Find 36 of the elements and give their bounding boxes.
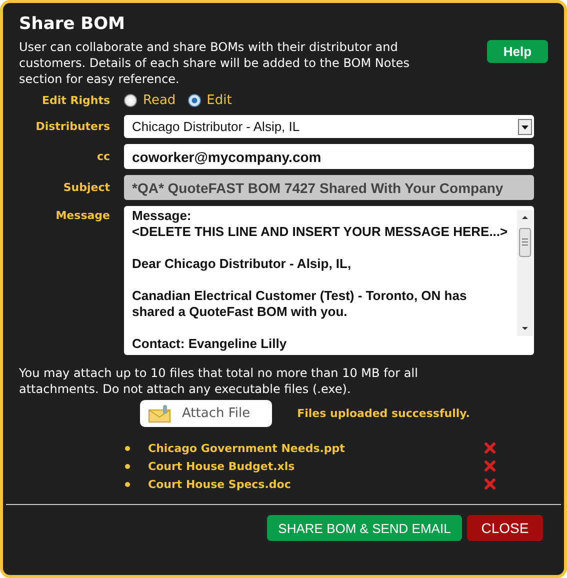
field-label: Distributers: [34, 120, 110, 133]
field-label: Edit Rights: [41, 94, 110, 106]
delete-icon[interactable]: [483, 441, 497, 455]
field-label: cc: [96, 150, 110, 163]
attach-file-button[interactable]: Attach File: [140, 400, 272, 427]
delete-icon[interactable]: [483, 477, 497, 491]
close-button[interactable]: CLOSE: [467, 515, 543, 541]
radio-label: Edit: [206, 92, 232, 108]
message-text: <DELETE THIS LINE AND INSERT YOUR MESSAGE HERE...>: [132, 224, 508, 240]
radio-button[interactable]: [124, 94, 137, 106]
message-text: Canadian Electrical Customer (Test) - Toronto, ON has shared a QuoteFast BOM with you.: [132, 288, 468, 320]
envelope-icon: [148, 404, 172, 422]
file-name: Chicago Government Needs.ppt: [148, 442, 346, 454]
attachment-note: You may attach up to 10 files that total no more than 10 MB for all attachments. Do not attach any executable files (.exe).: [19, 365, 419, 397]
message-field[interactable]: [124, 206, 534, 355]
input-field: *QA* QuoteFAST BOM 7427 Shared With Your Company: [124, 175, 534, 200]
share-button[interactable]: SHARE BOM & SEND EMAIL: [267, 515, 462, 541]
delete-icon[interactable]: [483, 459, 497, 473]
input-field[interactable]: coworker@mycompany.com: [124, 144, 534, 169]
message-text: Message:: [132, 208, 192, 224]
radio-label: Read: [143, 92, 176, 108]
field-label: Subject: [62, 181, 110, 194]
dialog-title: Share BOM: [19, 13, 126, 36]
description-text: User can collaborate and share BOMs with their distributor and customers. Details of each share will be added to the BOM Notes section for easy reference.: [19, 39, 411, 87]
field-label: Message: [54, 209, 110, 222]
help-button[interactable]: Help: [487, 40, 548, 63]
radio-button[interactable]: [188, 94, 201, 106]
file-name: Court House Budget.xls: [148, 460, 296, 472]
bullet-icon: [125, 446, 130, 450]
message-text: Dear Chicago Distributor - Alsip, IL,: [132, 256, 352, 272]
bullet-icon: [125, 464, 130, 468]
bullet-icon: [125, 482, 130, 486]
message-text: Contact: Evangeline Lilly: [132, 336, 288, 352]
file-name: Court House Specs.doc: [148, 478, 292, 490]
upload-status: Files uploaded successfully.: [297, 407, 470, 420]
dropdown-field[interactable]: Chicago Distributor - Alsip, IL: [124, 115, 534, 138]
